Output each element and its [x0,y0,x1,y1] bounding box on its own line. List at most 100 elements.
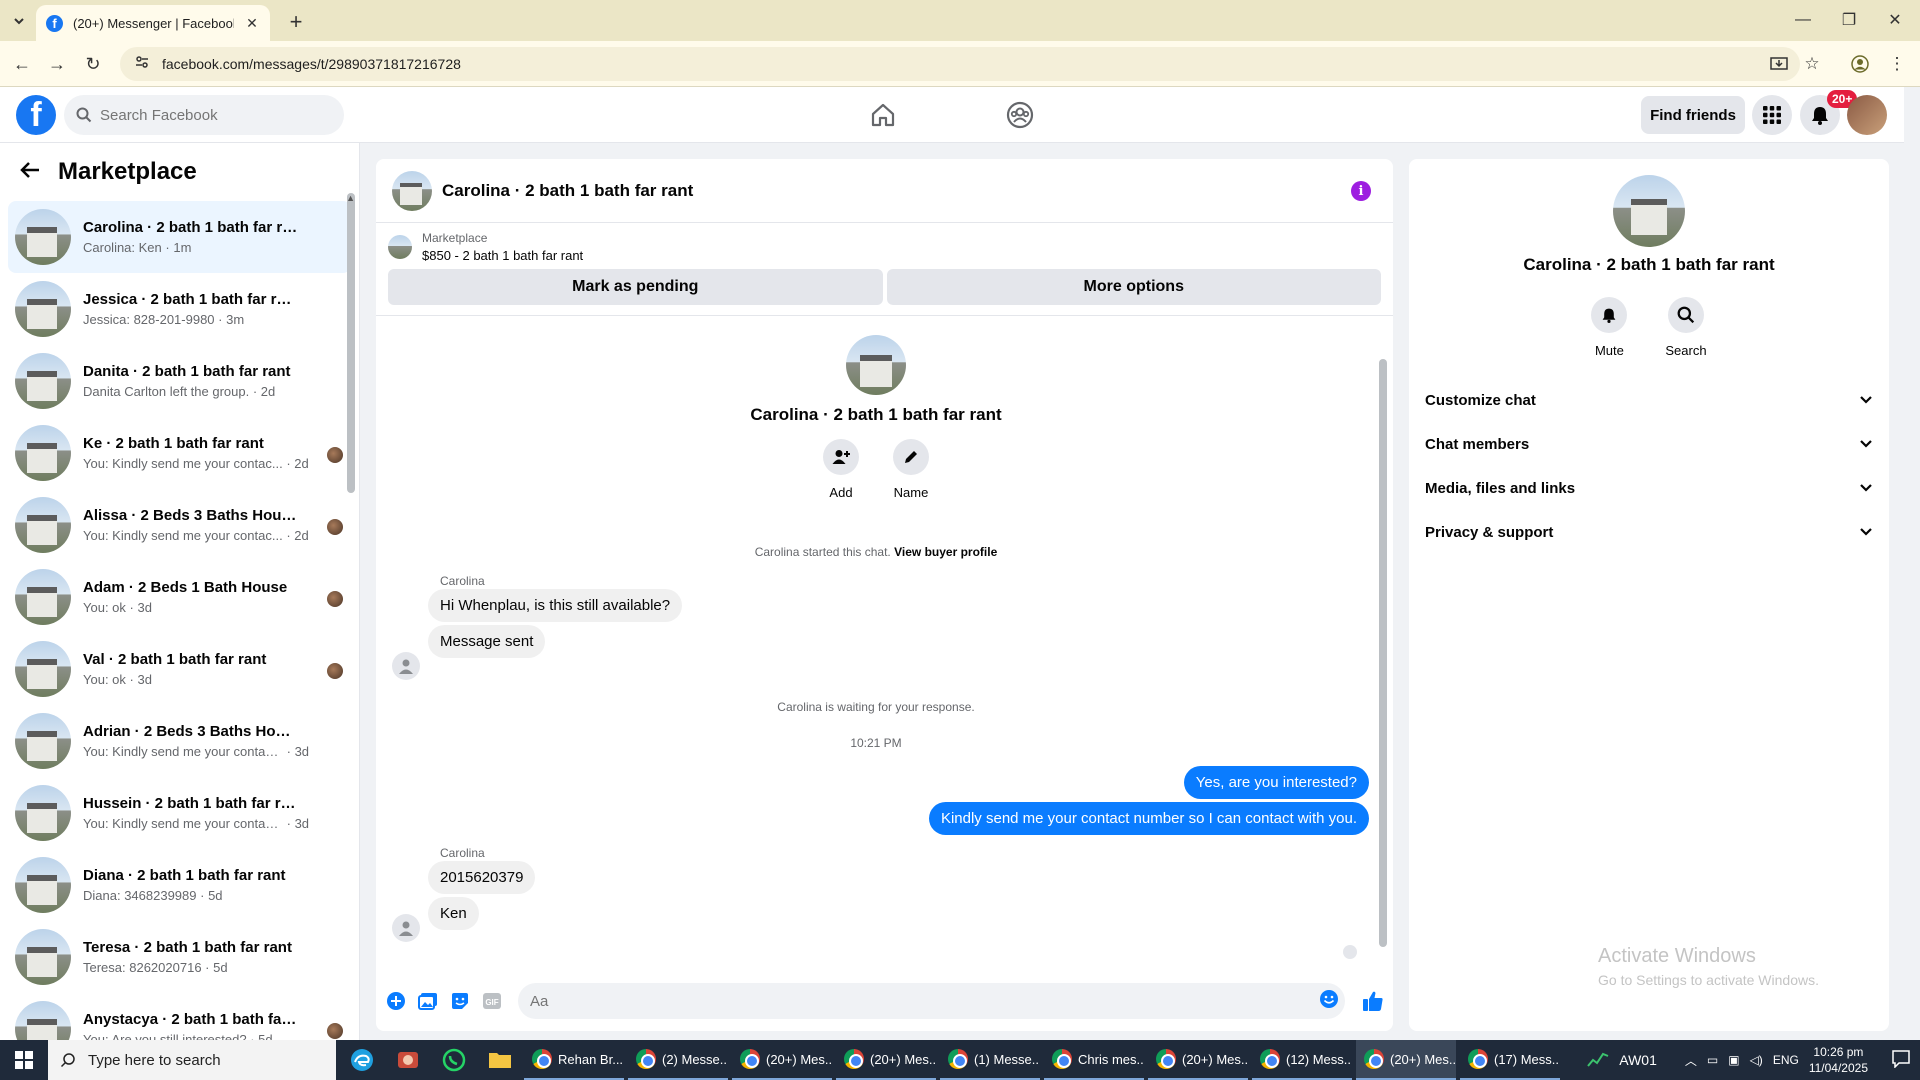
gif-icon[interactable]: GIF [480,989,504,1013]
emoji-icon[interactable] [1319,989,1339,1014]
conversation-item[interactable]: Carolina · 2 bath 1 bath far rant Carolin… [8,201,351,273]
chat-scrollbar[interactable] [1379,359,1387,947]
marketplace-header: Marketplace [0,143,359,201]
message-bubble[interactable]: Hi Whenplau, is this still available? [428,589,683,622]
whatsapp-icon[interactable] [434,1040,474,1080]
taskbar-chrome-window[interactable]: (1) Messe... [940,1040,1040,1080]
back-icon[interactable]: ← [8,50,36,78]
message-bubble[interactable]: Message sent [428,625,546,658]
taskbar-chrome-window[interactable]: (20+) Mes... [1148,1040,1248,1080]
taskbar-chrome-window[interactable]: Rehan Br... [524,1040,624,1080]
taskbar-chrome-window[interactable]: (17) Mess... [1460,1040,1560,1080]
message-input-box[interactable] [518,983,1345,1019]
mute-button[interactable]: Mute [1591,297,1628,358]
close-window-icon[interactable]: ✕ [1872,6,1918,34]
tab-close-icon[interactable]: ✕ [244,15,260,32]
conversation-item[interactable]: Hussein · 2 bath 1 bath far rant You: Kin… [8,777,351,849]
chat-avatar[interactable] [392,170,432,211]
photo-icon[interactable] [416,989,440,1013]
conversation-item[interactable]: Teresa · 2 bath 1 bath far rant Teresa: 8… [8,921,351,993]
account-avatar[interactable] [1847,95,1887,135]
restore-icon[interactable]: ❐ [1826,6,1872,34]
back-arrow-icon[interactable] [20,161,40,184]
menu-grid-icon[interactable] [1752,95,1792,135]
scrollbar[interactable] [347,193,355,493]
conversation-item[interactable]: Val · 2 bath 1 bath far rant You: ok · 3d [8,633,351,705]
details-section[interactable]: Privacy & support [1417,510,1881,554]
more-options-button[interactable]: More options [886,269,1381,305]
tab-search-icon[interactable] [8,10,30,32]
sent-message-bubble[interactable]: Yes, are you interested? [1183,766,1369,799]
bookmark-star-icon[interactable]: ☆ [1800,52,1824,76]
view-buyer-profile-link[interactable]: View buyer profile [894,545,997,559]
sent-message-bubble[interactable]: Kindly send me your contact number so I … [928,802,1369,835]
url-field[interactable]: facebook.com/messages/t/2989037181721672… [120,47,1800,81]
details-avatar[interactable] [1613,175,1685,247]
conversation-item[interactable]: Adam · 2 Beds 1 Bath House You: ok · 3d [8,561,351,633]
network-icon[interactable]: ▣ [1728,1053,1739,1067]
conversation-item[interactable]: Diana · 2 bath 1 bath far rant Diana: 346… [8,849,351,921]
profile-icon[interactable] [1848,52,1872,76]
search-in-chat-button[interactable]: Search [1665,297,1707,358]
conversation-item[interactable]: Jessica · 2 bath 1 bath far rant Jessica:… [8,273,351,345]
site-info-icon[interactable] [134,54,150,75]
facebook-search[interactable] [64,95,344,135]
chat-title[interactable]: Carolina · 2 bath 1 bath far rant [442,181,693,201]
windows-start-icon[interactable] [0,1040,48,1080]
language-indicator[interactable]: ENG [1773,1053,1799,1067]
conversation-item[interactable]: Danita · 2 bath 1 bath far rant Danita Ca… [8,345,351,417]
details-section[interactable]: Media, files and links [1417,466,1881,510]
taskbar-chrome-window[interactable]: (12) Mess... [1252,1040,1352,1080]
reload-icon[interactable]: ↻ [79,50,107,78]
tab-title: (20+) Messenger | Facebook [73,15,234,31]
conversation-item[interactable]: Alissa · 2 Beds 3 Baths House You: Kindly… [8,489,351,561]
taskbar-chrome-window[interactable]: (20+) Mes... [732,1040,832,1080]
name-chat-button[interactable]: Name [893,439,929,500]
sticker-icon[interactable] [448,989,472,1013]
search-icon [76,107,92,123]
file-explorer-icon[interactable] [480,1040,520,1080]
conversation-preview-line: Carolina: Ken · 1m [83,240,351,255]
taskbar-chrome-window[interactable]: (20+) Mes... [1356,1040,1456,1080]
chevron-up-icon[interactable]: ︿ [1685,1052,1697,1069]
marketplace-listing[interactable]: Marketplace $850 - 2 bath 1 bath far ran… [376,223,1393,263]
taskbar-chrome-window[interactable]: Chris mes... [1044,1040,1144,1080]
conversation-item[interactable]: Ke · 2 bath 1 bath far rant You: Kindly s… [8,417,351,489]
browser-tab[interactable]: f (20+) Messenger | Facebook ✕ [36,5,270,41]
volume-icon[interactable]: ◁) [1750,1053,1763,1067]
taskbar-chrome-window[interactable]: (20+) Mes... [836,1040,936,1080]
scroll-up-icon[interactable]: ▲ [346,193,355,203]
new-tab-icon[interactable]: + [282,8,310,36]
details-section[interactable]: Customize chat [1417,378,1881,422]
notification-center-icon[interactable] [1892,1049,1910,1071]
conversation-item[interactable]: Adrian · 2 Beds 3 Baths House You: Kindly… [8,705,351,777]
home-icon[interactable] [863,95,903,135]
find-friends-button[interactable]: Find friends [1641,96,1745,134]
taskbar-search[interactable]: Type here to search [48,1040,336,1080]
message-input[interactable] [530,992,1319,1010]
minimize-icon[interactable]: — [1780,6,1826,34]
conversation-item[interactable]: Anystacya · 2 bath 1 bath far r... You: A… [8,993,351,1041]
forward-icon[interactable]: → [43,50,71,78]
thumbs-up-icon[interactable] [1361,989,1385,1013]
separator-dot: · [161,240,174,255]
edge-icon[interactable] [342,1040,382,1080]
details-section[interactable]: Chat members [1417,422,1881,466]
install-app-icon[interactable] [1767,52,1791,76]
message-bubble[interactable]: 2015620379 [428,861,536,894]
facebook-logo-icon[interactable]: f [16,95,56,135]
message-bubble[interactable]: Ken [428,897,479,930]
conversation-info-icon[interactable]: i [1351,181,1371,201]
stock-chart-icon[interactable] [1587,1050,1609,1071]
browser-menu-icon[interactable]: ⋮ [1885,52,1909,76]
clock[interactable]: 10:26 pm 11/04/2025 [1809,1044,1868,1076]
facebook-search-input[interactable] [100,106,300,124]
taskbar-chrome-window[interactable]: (2) Messe... [628,1040,728,1080]
gallery-app-icon[interactable] [388,1040,428,1080]
groups-icon[interactable] [1000,95,1040,135]
separator-dot: · [282,456,295,471]
mark-as-pending-button[interactable]: Mark as pending [388,269,883,305]
plus-circle-icon[interactable] [384,989,408,1013]
add-member-button[interactable]: Add [823,439,859,500]
meet-now-icon[interactable]: ▭ [1707,1053,1718,1067]
